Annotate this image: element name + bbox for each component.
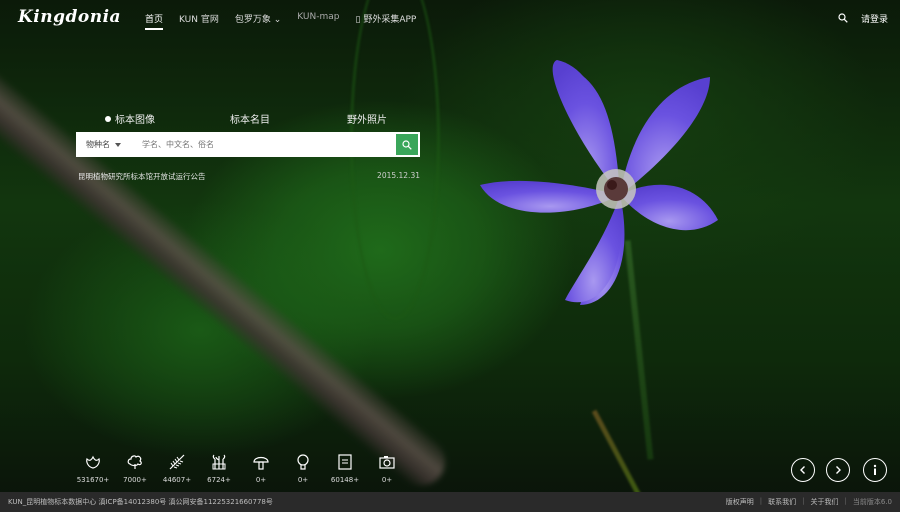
- tab-specimen-images[interactable]: 标本图像: [105, 111, 155, 126]
- info-button[interactable]: [863, 458, 887, 482]
- stat-ferns[interactable]: 44607+: [156, 453, 198, 484]
- stat-value: 44607+: [162, 476, 192, 484]
- stat-value: 0+: [381, 476, 393, 484]
- next-button[interactable]: [826, 458, 850, 482]
- footer: KUN_昆明植物标本数据中心 滇ICP备14012380号 滇公网安备11225…: [0, 492, 900, 512]
- notice-date: 2015.12.31: [377, 171, 420, 180]
- stat-grasses[interactable]: 6724+: [198, 453, 240, 484]
- stat-value: 0+: [255, 476, 267, 484]
- notice-title[interactable]: 昆明植物研究所标本馆开放试运行公告: [78, 172, 206, 181]
- search-box: 物种名: [76, 132, 420, 157]
- search-icon[interactable]: [838, 13, 848, 23]
- footer-link-copyright[interactable]: 版权声明: [726, 497, 754, 507]
- stat-trees[interactable]: 7000+: [114, 453, 156, 484]
- bulb-icon: [297, 454, 309, 470]
- login-link[interactable]: 请登录: [861, 12, 888, 25]
- footer-version: 当前版本6.0: [852, 498, 892, 506]
- footer-link-contact[interactable]: 联系我们: [768, 497, 796, 507]
- fern-icon: [169, 454, 185, 470]
- nav-item-kun-map[interactable]: KUN-map: [297, 12, 339, 30]
- footer-separator: |: [802, 497, 805, 505]
- tab-specimen-catalog[interactable]: 标本名目: [230, 111, 270, 126]
- nav-item-home[interactable]: 首页: [145, 12, 164, 30]
- stat-value: 531670+: [76, 476, 110, 484]
- stat-fungi[interactable]: 0+: [240, 453, 282, 484]
- info-icon: [873, 464, 877, 475]
- flower-icon: [86, 455, 100, 469]
- search-button[interactable]: [396, 134, 418, 155]
- flower-image: [480, 60, 718, 305]
- category-stats: 531670+ 7000+ 44607+ 6724+ 0+ 0+ 60148+ …: [72, 453, 408, 484]
- stat-value: 6724+: [207, 476, 231, 484]
- prev-button[interactable]: [791, 458, 815, 482]
- footer-separator: |: [844, 497, 847, 505]
- search-input[interactable]: [132, 132, 396, 157]
- chevron-left-icon: [800, 466, 805, 474]
- top-navbar: Kingdonia 首页 KUN 官网 包罗万象 ⌄ KUN-map ▯ 野外采…: [0, 0, 900, 36]
- caret-down-icon: [115, 142, 121, 147]
- chevron-right-icon: [836, 466, 841, 474]
- stat-seeds[interactable]: 0+: [282, 453, 324, 484]
- stat-literature[interactable]: 60148+: [324, 453, 366, 484]
- grass-icon: [212, 454, 226, 470]
- background-photo: [0, 0, 900, 512]
- nav-item-all-inclusive[interactable]: 包罗万象 ⌄: [235, 12, 281, 30]
- camera-icon: [379, 456, 395, 469]
- stat-value: 7000+: [123, 476, 147, 484]
- search-type-select[interactable]: 物种名: [76, 139, 132, 150]
- mushroom-icon: [253, 456, 269, 470]
- tab-field-photos[interactable]: 野外照片: [347, 111, 387, 126]
- nav-item-field-app[interactable]: ▯ 野外采集APP: [356, 12, 417, 30]
- notice-item[interactable]: 昆明植物研究所标本馆开放试运行公告 2015.12.31: [78, 171, 420, 182]
- site-logo[interactable]: Kingdonia: [18, 7, 121, 27]
- active-dot-icon: [105, 116, 111, 122]
- document-icon: [338, 454, 352, 470]
- search-tabs: 标本图像 标本名目 野外照片: [105, 111, 405, 126]
- stat-value: 0+: [297, 476, 309, 484]
- stat-photos[interactable]: 0+: [366, 453, 408, 484]
- stat-value: 60148+: [330, 476, 360, 484]
- tree-icon: [127, 455, 142, 469]
- footer-separator: |: [759, 497, 763, 505]
- search-icon: [402, 139, 412, 150]
- search-type-value: 物种名: [86, 140, 110, 149]
- main-nav: 首页 KUN 官网 包罗万象 ⌄ KUN-map ▯ 野外采集APP: [145, 12, 432, 30]
- footer-link-about[interactable]: 关于我们: [811, 497, 839, 507]
- tab-label: 标本图像: [115, 115, 155, 126]
- footer-links: 版权声明 | 联系我们 | 关于我们 | 当前版本6.0: [726, 497, 892, 507]
- footer-copyright: KUN_昆明植物标本数据中心 滇ICP备14012380号 滇公网安备11225…: [8, 498, 273, 506]
- nav-item-kun-site[interactable]: KUN 官网: [179, 12, 219, 30]
- stat-seed-plants[interactable]: 531670+: [72, 453, 114, 484]
